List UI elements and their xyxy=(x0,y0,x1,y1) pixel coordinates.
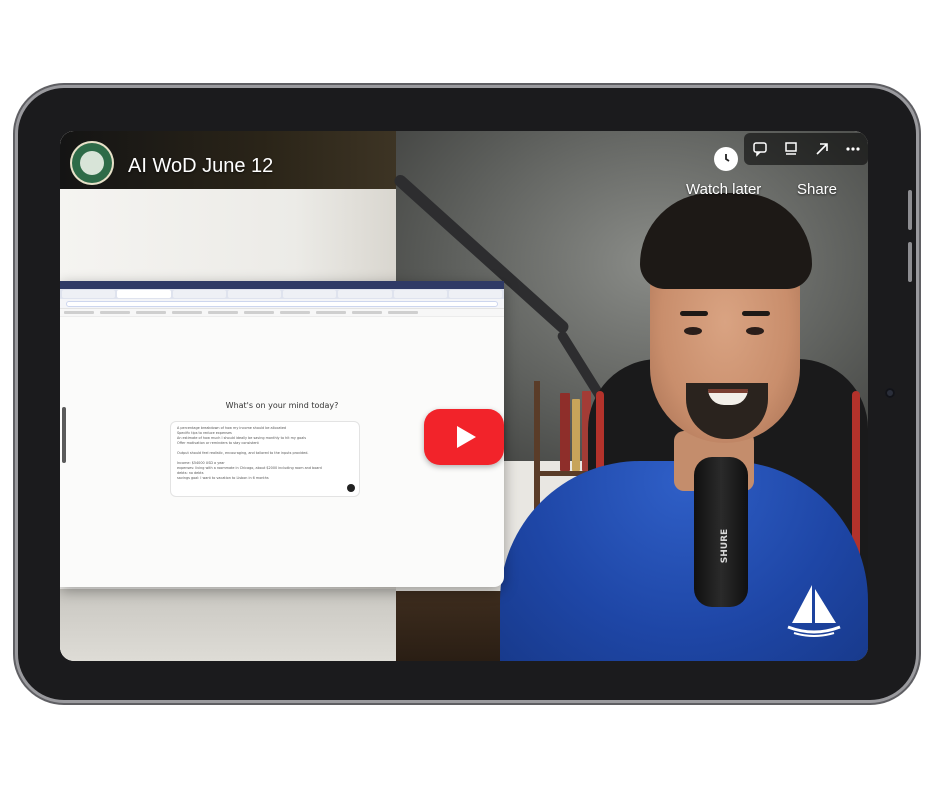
browser-tabs xyxy=(60,289,504,299)
book xyxy=(572,399,580,471)
chat-prompt-box: A percentage breakdown of how my income … xyxy=(170,421,360,497)
person-eye xyxy=(746,327,764,335)
browser-tab xyxy=(393,290,447,298)
video-title[interactable]: AI WoD June 12 xyxy=(128,155,273,178)
browser-url-bar xyxy=(60,299,504,309)
volume-button xyxy=(908,190,912,230)
comment-icon[interactable] xyxy=(749,138,771,160)
mic-brand-label: SHURE xyxy=(720,528,731,564)
browser-tab xyxy=(117,290,171,298)
browser-tab xyxy=(227,290,281,298)
camera-icon xyxy=(885,388,895,398)
person-brow xyxy=(680,311,708,316)
channel-logo-icon[interactable] xyxy=(70,141,114,185)
book xyxy=(560,393,570,471)
sailboat-logo xyxy=(787,585,841,637)
browser-tab xyxy=(283,290,337,298)
side-handle xyxy=(62,407,66,463)
share-label[interactable]: Share xyxy=(797,181,837,198)
share-arrow-icon[interactable] xyxy=(811,138,833,160)
browser-menubar xyxy=(60,281,504,289)
more-icon[interactable] xyxy=(842,138,864,160)
send-icon xyxy=(347,484,355,492)
browser-tab xyxy=(172,290,226,298)
chair-stripe xyxy=(852,391,860,561)
clock-icon[interactable] xyxy=(714,147,738,171)
browser-tab xyxy=(448,290,502,298)
browser-bookmarks xyxy=(60,309,504,317)
video-player[interactable]: SHURE What's on your mind today? A perce… xyxy=(60,131,868,661)
browser-tab xyxy=(338,290,392,298)
play-icon xyxy=(456,426,476,448)
browser-tab xyxy=(62,290,116,298)
watch-later-label[interactable]: Watch later xyxy=(686,181,761,198)
volume-button xyxy=(908,242,912,282)
desk-area xyxy=(60,589,396,661)
person-eye xyxy=(684,327,702,335)
video-controls-strip xyxy=(744,133,868,165)
prompt-line: savings goal: I want to vacation to Lisb… xyxy=(177,476,269,480)
play-button[interactable] xyxy=(424,409,504,465)
playlist-icon[interactable] xyxy=(780,138,802,160)
person-brow xyxy=(742,311,770,316)
